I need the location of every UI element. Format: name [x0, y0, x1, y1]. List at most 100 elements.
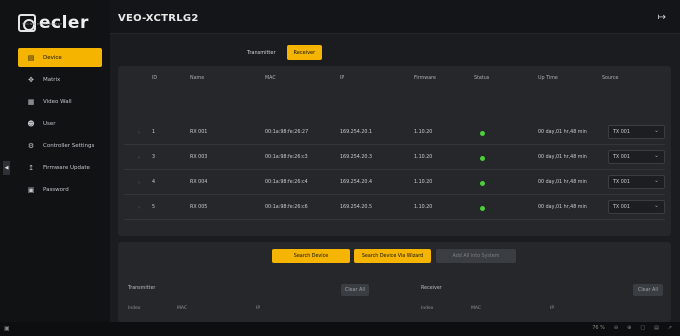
- chevron-down-icon: ⌄: [653, 127, 659, 134]
- clear-all-receiver-button[interactable]: Clear All: [633, 284, 663, 296]
- column-header-name: Name: [190, 76, 205, 81]
- row-mac: 00:1a:98:fe:26:c4: [265, 180, 308, 185]
- expand-icon[interactable]: ↗: [668, 325, 672, 331]
- sidebar-item-password[interactable]: ▣ Password: [18, 180, 102, 199]
- sidebar-item-label: Controller Settings: [43, 142, 95, 149]
- chevron-down-icon: ⌄: [653, 177, 659, 184]
- search-panel: Search Device Search Device Via Wizard A…: [118, 242, 671, 322]
- source-select[interactable]: TX 001 ⌄: [608, 200, 665, 214]
- device-type-tabs: Transmitter Receiver: [240, 45, 326, 60]
- search-device-button[interactable]: Search Device: [272, 249, 350, 263]
- table-row[interactable]: › 3 RX 003 00:1a:98:fe:26:c3 169.254.20.…: [124, 145, 665, 170]
- sidebar-item-label: Device: [43, 54, 62, 61]
- user-icon: ☻: [27, 119, 35, 128]
- column-header-status: Status: [474, 76, 490, 81]
- expand-chevron-icon[interactable]: ›: [138, 180, 140, 186]
- device-icon: ▤: [27, 53, 35, 62]
- tx-column-index: Index: [128, 306, 141, 311]
- zoom-in-icon[interactable]: ⊕: [627, 325, 631, 331]
- row-name: RX 003: [190, 155, 208, 160]
- fit-page-icon[interactable]: □: [640, 325, 645, 331]
- lock-icon: ▣: [27, 185, 35, 194]
- row-id: 1: [152, 130, 156, 135]
- sidebar-item-controller-settings[interactable]: ⚙ Controller Settings: [18, 136, 102, 155]
- column-header-uptime: Up Time: [538, 76, 558, 81]
- source-select[interactable]: TX 001 ⌄: [608, 125, 665, 139]
- video-wall-icon: ▦: [27, 97, 35, 106]
- brand-tagline: SOUND EVERYWHERE: [22, 22, 63, 26]
- logout-icon[interactable]: ↦: [658, 12, 666, 23]
- column-header-mac: MAC: [265, 76, 276, 81]
- upload-icon: ↥: [28, 163, 34, 172]
- clear-all-transmitter-button[interactable]: Clear All: [341, 284, 369, 296]
- row-name: RX 004: [190, 180, 208, 185]
- row-firmware: 1.10.20: [414, 180, 433, 185]
- receiver-label: Receiver: [421, 286, 442, 291]
- rx-column-index: Index: [421, 306, 434, 311]
- device-table-panel: ID Name MAC IP Firmware Status Up Time S…: [118, 66, 671, 236]
- table-row[interactable]: › 5 RX 005 00:1a:98:fe:26:c6 169.254.20.…: [124, 195, 665, 220]
- row-name: RX 001: [190, 130, 208, 135]
- source-select-value: TX 001: [613, 179, 630, 185]
- sidebar-item-label: Password: [43, 186, 69, 193]
- zoom-level: 76 %: [592, 325, 605, 331]
- sidebar-item-video-wall[interactable]: ▦ Video Wall: [18, 92, 102, 111]
- sidebar-collapse-button[interactable]: ◀: [3, 161, 10, 175]
- header: VEO-XCTRLG2 ↦: [110, 0, 680, 34]
- row-uptime: 00 day,01 hr,48 min: [538, 180, 587, 185]
- row-mac: 00:1a:98:fe:26:27: [265, 130, 309, 135]
- status-online-icon: [480, 181, 485, 186]
- row-uptime: 00 day,01 hr,48 min: [538, 130, 587, 135]
- column-header-id: ID: [152, 76, 158, 81]
- row-id: 5: [152, 205, 156, 210]
- expand-chevron-icon[interactable]: ›: [138, 155, 140, 161]
- expand-chevron-icon[interactable]: ›: [138, 205, 140, 211]
- tab-receiver[interactable]: Receiver: [286, 45, 323, 60]
- chevron-down-icon: ⌄: [653, 202, 659, 209]
- add-all-button[interactable]: Add All into System: [436, 249, 516, 263]
- chevron-left-icon: ◀: [4, 165, 9, 171]
- status-online-icon: [480, 206, 485, 211]
- sidebar-nav: ▤ Device ✥ Matrix ▦ Video Wall ☻ User ⚙ …: [18, 48, 102, 202]
- rx-column-ip: IP: [550, 306, 555, 311]
- tx-column-mac: MAC: [177, 306, 188, 311]
- row-ip: 169.254.20.1: [340, 130, 373, 135]
- sidebar-item-device[interactable]: ▤ Device: [18, 48, 102, 67]
- search-via-wizard-button[interactable]: Search Device Via Wizard: [354, 249, 431, 263]
- sidebar-item-label: Firmware Update: [43, 164, 90, 171]
- row-firmware: 1.10.20: [414, 205, 433, 210]
- table-row[interactable]: › 1 RX 001 00:1a:98:fe:26:27 169.254.20.…: [124, 120, 665, 145]
- rx-column-mac: MAC: [471, 306, 482, 311]
- transmitter-label: Transmitter: [128, 286, 156, 291]
- tx-column-ip: IP: [256, 306, 261, 311]
- zoom-out-icon[interactable]: ⊖: [614, 325, 618, 331]
- sidebar: ecler SOUND EVERYWHERE ▤ Device ✥ Matrix…: [0, 0, 110, 322]
- sidebar-item-label: User: [43, 120, 56, 127]
- sidebar-item-user[interactable]: ☻ User: [18, 114, 102, 133]
- row-name: RX 005: [190, 205, 208, 210]
- status-online-icon: [480, 131, 485, 136]
- sidebar-item-firmware-update[interactable]: ↥ Firmware Update: [18, 158, 102, 177]
- row-id: 4: [152, 180, 156, 185]
- row-ip: 169.254.20.5: [340, 205, 373, 210]
- row-id: 3: [152, 155, 156, 160]
- table-row[interactable]: › 4 RX 004 00:1a:98:fe:26:c4 169.254.20.…: [124, 170, 665, 195]
- page-icon[interactable]: ▣: [4, 325, 10, 332]
- column-header-source: Source: [602, 76, 619, 81]
- row-mac: 00:1a:98:fe:26:c3: [265, 155, 308, 160]
- sidebar-item-label: Matrix: [43, 76, 61, 83]
- row-firmware: 1.10.20: [414, 155, 433, 160]
- column-header-ip: IP: [340, 76, 345, 81]
- expand-chevron-icon[interactable]: ›: [138, 130, 140, 136]
- source-select[interactable]: TX 001 ⌄: [608, 175, 665, 189]
- sidebar-item-matrix[interactable]: ✥ Matrix: [18, 70, 102, 89]
- source-select-value: TX 001: [613, 154, 630, 160]
- fit-width-icon[interactable]: ▤: [654, 325, 659, 331]
- table-header: ID Name MAC IP Firmware Status Up Time S…: [118, 76, 671, 88]
- tab-transmitter[interactable]: Transmitter: [240, 45, 283, 60]
- gear-icon: ⚙: [27, 141, 35, 150]
- row-firmware: 1.10.20: [414, 130, 433, 135]
- source-select[interactable]: TX 001 ⌄: [608, 150, 665, 164]
- status-online-icon: [480, 156, 485, 161]
- row-uptime: 00 day,01 hr,48 min: [538, 205, 587, 210]
